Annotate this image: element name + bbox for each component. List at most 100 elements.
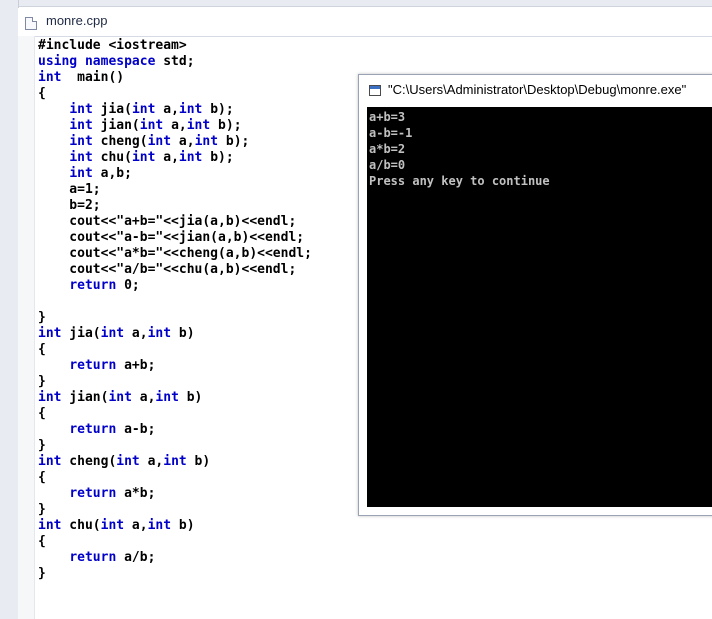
code-text: a,	[124, 518, 148, 533]
console-app-icon	[369, 85, 381, 96]
code-text: cout<<"a-b="<<jian(a,b)<<endl;	[38, 230, 305, 245]
code-line: int main()	[38, 70, 348, 86]
code-keyword: int	[139, 118, 164, 133]
code-line: {	[38, 406, 348, 422]
code-keyword: return	[69, 278, 117, 293]
code-keyword: return	[69, 358, 117, 373]
code-line: int cheng(int a,int b)	[38, 454, 348, 470]
code-keyword: int	[147, 518, 172, 533]
code-text: jia(	[61, 326, 101, 341]
code-line: }	[38, 502, 348, 518]
console-title: "C:\Users\Administrator\Desktop\Debug\mo…	[388, 82, 687, 97]
code-keyword: int	[163, 454, 187, 469]
code-text: b);	[202, 102, 234, 117]
code-keyword: int	[69, 166, 93, 181]
console-output-line: a-b=-1	[369, 126, 413, 140]
code-keyword: int	[38, 454, 62, 469]
code-text: a,	[155, 150, 179, 165]
code-text: }	[38, 438, 46, 453]
code-text: b)	[171, 518, 195, 533]
code-keyword: return	[69, 486, 117, 501]
console-window[interactable]: "C:\Users\Administrator\Desktop\Debug\mo…	[358, 74, 712, 516]
code-keyword: int	[69, 118, 93, 133]
code-text: jian(	[92, 118, 140, 133]
code-text: a,	[171, 134, 195, 149]
code-text: {	[38, 470, 46, 485]
code-keyword: int	[69, 134, 93, 149]
window-top-strip	[0, 0, 712, 7]
code-keyword: int	[69, 102, 93, 117]
code-text: cout<<"a/b="<<chu(a,b)<<endl;	[38, 262, 297, 277]
code-text: {	[38, 342, 46, 357]
code-text: chu(	[61, 518, 101, 533]
code-keyword: int	[147, 134, 172, 149]
file-icon	[25, 17, 37, 30]
code-text: cheng(	[92, 134, 148, 149]
code-line: return a+b;	[38, 358, 348, 374]
code-text: cout<<"a*b="<<cheng(a,b)<<endl;	[38, 246, 312, 261]
code-line: int jia(int a,int b)	[38, 326, 348, 342]
code-text: a*b;	[116, 486, 156, 501]
code-text: a,	[124, 326, 148, 341]
code-keyword: int	[38, 518, 62, 533]
code-text: #include <iostream>	[38, 38, 187, 53]
code-keyword: int	[155, 390, 179, 405]
editor-tab[interactable]: monre.cpp	[18, 8, 712, 37]
code-text: b)	[178, 390, 203, 405]
code-line: cout<<"a/b="<<chu(a,b)<<endl;	[38, 262, 348, 278]
code-keyword: return	[69, 550, 117, 565]
code-text: }	[38, 566, 46, 581]
window-left-frame	[0, 0, 19, 619]
code-text: {	[38, 534, 46, 549]
console-output-line: a*b=2	[369, 142, 406, 156]
code-keyword: int	[38, 70, 62, 85]
code-line: cout<<"a-b="<<jian(a,b)<<endl;	[38, 230, 348, 246]
console-output-line: a/b=0	[369, 158, 406, 172]
code-keyword: int	[131, 102, 156, 117]
code-text: a=1;	[38, 182, 101, 197]
code-text: 0;	[116, 278, 140, 293]
code-line: {	[38, 86, 348, 102]
code-keyword: int	[147, 326, 172, 341]
code-text: a/b;	[116, 550, 156, 565]
code-keyword: int	[116, 454, 140, 469]
code-line: {	[38, 470, 348, 486]
code-line: return a-b;	[38, 422, 348, 438]
code-line: return a*b;	[38, 486, 348, 502]
code-line: #include <iostream>	[38, 38, 348, 54]
code-keyword: int	[194, 134, 219, 149]
code-text: }	[38, 310, 46, 325]
code-line: {	[38, 342, 348, 358]
console-output-line: a+b=3	[369, 110, 406, 124]
code-keyword: return	[69, 422, 117, 437]
code-keyword: int	[178, 150, 203, 165]
code-line: cout<<"a*b="<<cheng(a,b)<<endl;	[38, 246, 348, 262]
code-keyword: int	[100, 518, 125, 533]
console-body[interactable]: a+b=3 a-b=-1 a*b=2 a/b=0 Press any key to co…	[367, 107, 712, 507]
code-editor[interactable]: #include <iostream> using namespace std; i…	[38, 38, 348, 582]
code-text: a,	[155, 102, 179, 117]
code-line: }	[38, 374, 348, 390]
code-keyword: int	[178, 102, 203, 117]
code-keyword: int	[38, 390, 62, 405]
code-text: std;	[155, 54, 195, 69]
code-line: using namespace std;	[38, 54, 348, 70]
code-line: int cheng(int a,int b);	[38, 134, 348, 150]
code-text: b);	[202, 150, 234, 165]
code-text: a,	[163, 118, 187, 133]
code-text: b);	[218, 134, 250, 149]
code-text: b);	[210, 118, 242, 133]
console-titlebar[interactable]: "C:\Users\Administrator\Desktop\Debug\mo…	[359, 75, 712, 107]
code-text: }	[38, 502, 46, 517]
console-output: a+b=3 a-b=-1 a*b=2 a/b=0 Press any key to co…	[369, 109, 550, 189]
code-line: int a,b;	[38, 166, 348, 182]
code-keyword: int	[38, 326, 62, 341]
code-line: return 0;	[38, 278, 348, 294]
code-text: a+b;	[116, 358, 156, 373]
code-text: b)	[171, 326, 195, 341]
